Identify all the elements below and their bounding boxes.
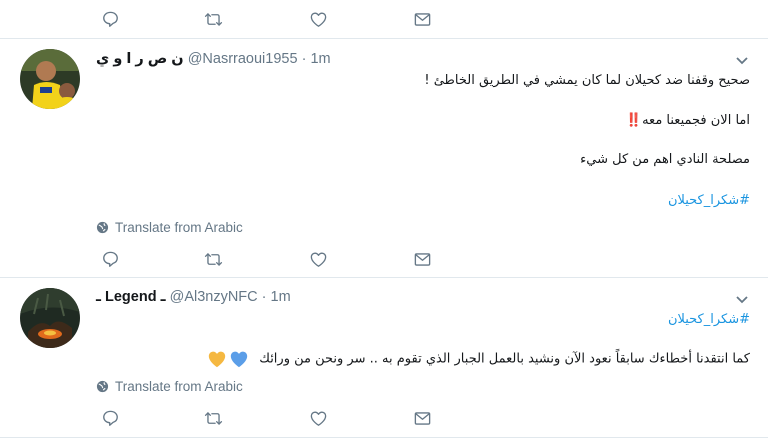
direct-message-icon — [414, 12, 430, 26]
retweet-icon — [204, 411, 222, 425]
tweet-text-line-1: صحيح وقفنا ضد كحيلان لما كان يمشي في الط… — [424, 73, 750, 88]
reply-button[interactable] — [99, 8, 121, 30]
reply-button[interactable] — [99, 407, 121, 429]
hashtag-link[interactable]: #شكرا_كحيلان — [668, 193, 750, 208]
direct-message-icon — [414, 411, 430, 425]
separator-dot: · — [301, 51, 307, 67]
heart-emojis — [207, 350, 249, 368]
chevron-down-icon — [736, 296, 748, 304]
display-name[interactable]: ـ Legend ـ — [96, 289, 166, 305]
tweet-text-line: كما انتقدنا أخطاءك سابقاً نعود الآن ونشي… — [207, 350, 750, 368]
reply-icon — [102, 11, 118, 27]
globe-icon — [96, 380, 109, 393]
tweet-header: ن ص ر ا و ي @Nasrraoui1955 · 1m — [96, 51, 331, 67]
like-icon — [310, 251, 326, 267]
tweet-text: كما انتقدنا أخطاءك سابقاً نعود الآن ونشي… — [259, 351, 750, 367]
handle[interactable]: @Nasrraoui1955 — [188, 51, 298, 67]
direct-message-button[interactable] — [411, 407, 433, 429]
retweet-button[interactable] — [202, 407, 224, 429]
translate-link[interactable]: Translate from Arabic — [96, 379, 243, 394]
globe-icon — [96, 221, 109, 234]
blue-heart-icon — [230, 351, 248, 368]
translate-link[interactable]: Translate from Arabic — [96, 220, 243, 235]
handle[interactable]: @Al3nzyNFC — [170, 289, 258, 305]
retweet-icon — [204, 252, 222, 266]
action-bar-tweet-2 — [0, 407, 768, 429]
chevron-down-icon — [736, 57, 748, 65]
reply-icon — [102, 410, 118, 426]
display-name[interactable]: ن ص ر ا و ي — [96, 51, 184, 67]
action-bar-previous — [0, 8, 768, 30]
tweet-header: ـ Legend ـ @Al3nzyNFC · 1m — [96, 289, 291, 305]
translate-label: Translate from Arabic — [115, 379, 243, 394]
like-icon — [310, 11, 326, 27]
tweet-1[interactable]: ن ص ر ا و ي @Nasrraoui1955 · 1m صحيح وقف… — [0, 39, 768, 276]
divider — [0, 437, 768, 438]
separator-dot: · — [261, 289, 267, 305]
tweet-menu-caret[interactable] — [735, 53, 749, 65]
tweet-menu-caret[interactable] — [735, 292, 749, 304]
reply-button[interactable] — [99, 248, 121, 270]
action-bar-tweet-1 — [0, 248, 768, 270]
direct-message-icon — [414, 252, 430, 266]
like-button[interactable] — [307, 407, 329, 429]
retweet-button[interactable] — [202, 8, 224, 30]
translate-label: Translate from Arabic — [115, 220, 243, 235]
hashtag-link[interactable]: #شكرا_كحيلان — [668, 312, 750, 327]
yellow-heart-icon — [208, 351, 226, 368]
timestamp[interactable]: 1m — [310, 51, 330, 67]
direct-message-button[interactable] — [411, 8, 433, 30]
retweet-button[interactable] — [202, 248, 224, 270]
direct-message-button[interactable] — [411, 248, 433, 270]
like-button[interactable] — [307, 248, 329, 270]
avatar[interactable] — [20, 288, 80, 348]
timestamp[interactable]: 1m — [271, 289, 291, 305]
like-button[interactable] — [307, 8, 329, 30]
avatar[interactable] — [20, 49, 80, 109]
reply-icon — [102, 251, 118, 267]
like-icon — [310, 410, 326, 426]
tweet-text-line-3: مصلحة النادي اهم من كل شيء — [580, 152, 750, 167]
tweet-2[interactable]: ـ Legend ـ @Al3nzyNFC · 1m #شكرا_كحيلان … — [0, 278, 768, 439]
tweet-text-line-2: اما الان فجميعنا معه‼️ — [625, 113, 750, 128]
retweet-icon — [204, 12, 222, 26]
